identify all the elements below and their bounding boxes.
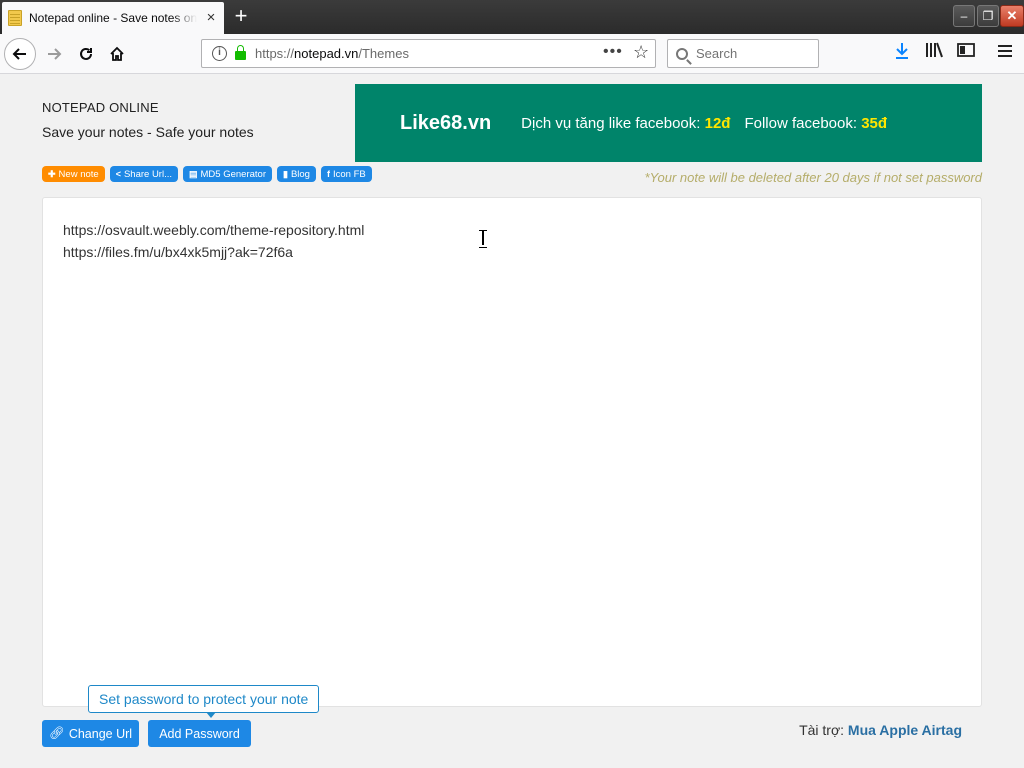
address-bar[interactable]: i https://notepad.vn/Themes ••• ☆ <box>201 39 656 68</box>
home-icon[interactable] <box>101 38 133 70</box>
tab-title: Notepad online - Save notes online <box>29 11 197 25</box>
browser-titlebar: Notepad online - Save notes online × + –… <box>0 0 1024 34</box>
lock-icon <box>235 45 246 60</box>
forward-arrow-icon[interactable] <box>38 38 70 70</box>
sidebar-icon[interactable] <box>955 42 977 64</box>
site-tagline: Save your notes - Safe your notes <box>42 124 254 140</box>
library-icon[interactable] <box>923 42 945 64</box>
text-cursor-icon <box>479 230 487 248</box>
blog-button[interactable]: ▮ Blog <box>277 166 316 182</box>
search-icon <box>676 47 688 60</box>
calculator-icon: ▤ <box>189 168 198 179</box>
share-url-button[interactable]: < Share Url... <box>109 166 178 182</box>
facebook-icon: f <box>326 169 330 179</box>
browser-navbar: i https://notepad.vn/Themes ••• ☆ Search <box>0 34 1024 74</box>
icon-fb-button[interactable]: f Icon FB <box>320 166 372 182</box>
download-icon[interactable] <box>891 42 913 64</box>
window-close-button[interactable]: ✕ <box>1000 5 1024 27</box>
window-maximize-button[interactable]: ❐ <box>977 5 999 27</box>
ad-logo: Like68.vn <box>400 111 492 134</box>
search-placeholder: Search <box>696 46 738 61</box>
sponsor-link[interactable]: Mua Apple Airtag <box>848 722 962 738</box>
ad-banner[interactable]: Like68.vn Dịch vụ tăng like facebook: 12… <box>355 84 982 162</box>
bookmark-star-icon[interactable]: ☆ <box>633 42 649 63</box>
site-info-icon[interactable]: i <box>212 46 227 61</box>
back-arrow-icon[interactable] <box>4 38 36 70</box>
new-note-button[interactable]: ✚ New note <box>42 166 105 182</box>
new-tab-icon[interactable]: + <box>229 4 253 28</box>
page-body: NOTEPAD ONLINE Save your notes - Safe yo… <box>0 74 1024 768</box>
md5-generator-button[interactable]: ▤ MD5 Generator <box>183 166 272 182</box>
share-icon: < <box>115 169 121 179</box>
ad-text: Dịch vụ tăng like facebook: 12đ Follow fa… <box>521 114 888 132</box>
ad-price-follow: 35đ <box>861 114 888 132</box>
site-brand: NOTEPAD ONLINE <box>42 100 159 115</box>
password-tooltip: Set password to protect your note <box>88 685 320 718</box>
link-icon: 🔗︎ <box>48 726 65 740</box>
hamburger-menu-icon[interactable] <box>994 42 1016 64</box>
note-line: https://osvault.weebly.com/theme-reposit… <box>63 222 365 238</box>
add-password-button[interactable]: Add Password <box>148 720 251 747</box>
document-icon: ▮ <box>283 168 288 179</box>
sponsor: Tài trợ: Mua Apple Airtag <box>799 722 962 738</box>
notepad-favicon-icon <box>8 10 22 26</box>
search-input[interactable]: Search <box>667 39 819 68</box>
note-line: https://files.fm/u/bx4xk5mjj?ak=72f6a <box>63 244 293 260</box>
window-minimize-button[interactable]: – <box>953 5 975 27</box>
page-actions-icon[interactable]: ••• <box>603 43 623 61</box>
note-editor[interactable]: https://osvault.weebly.com/theme-reposit… <box>42 197 982 707</box>
change-url-button[interactable]: 🔗︎ Change Url <box>42 720 139 747</box>
browser-tab-active[interactable]: Notepad online - Save notes online × <box>2 2 224 34</box>
plus-icon: ✚ <box>48 168 56 179</box>
toolbar: ✚ New note < Share Url... ▤ MD5 Generato… <box>42 166 372 182</box>
url-text[interactable]: https://notepad.vn/Themes <box>255 46 409 61</box>
ad-price-like: 12đ <box>704 114 731 132</box>
reload-icon[interactable] <box>70 38 102 70</box>
deletion-notice: *Your note will be deleted after 20 days… <box>644 170 982 185</box>
tab-close-icon[interactable]: × <box>204 10 218 25</box>
